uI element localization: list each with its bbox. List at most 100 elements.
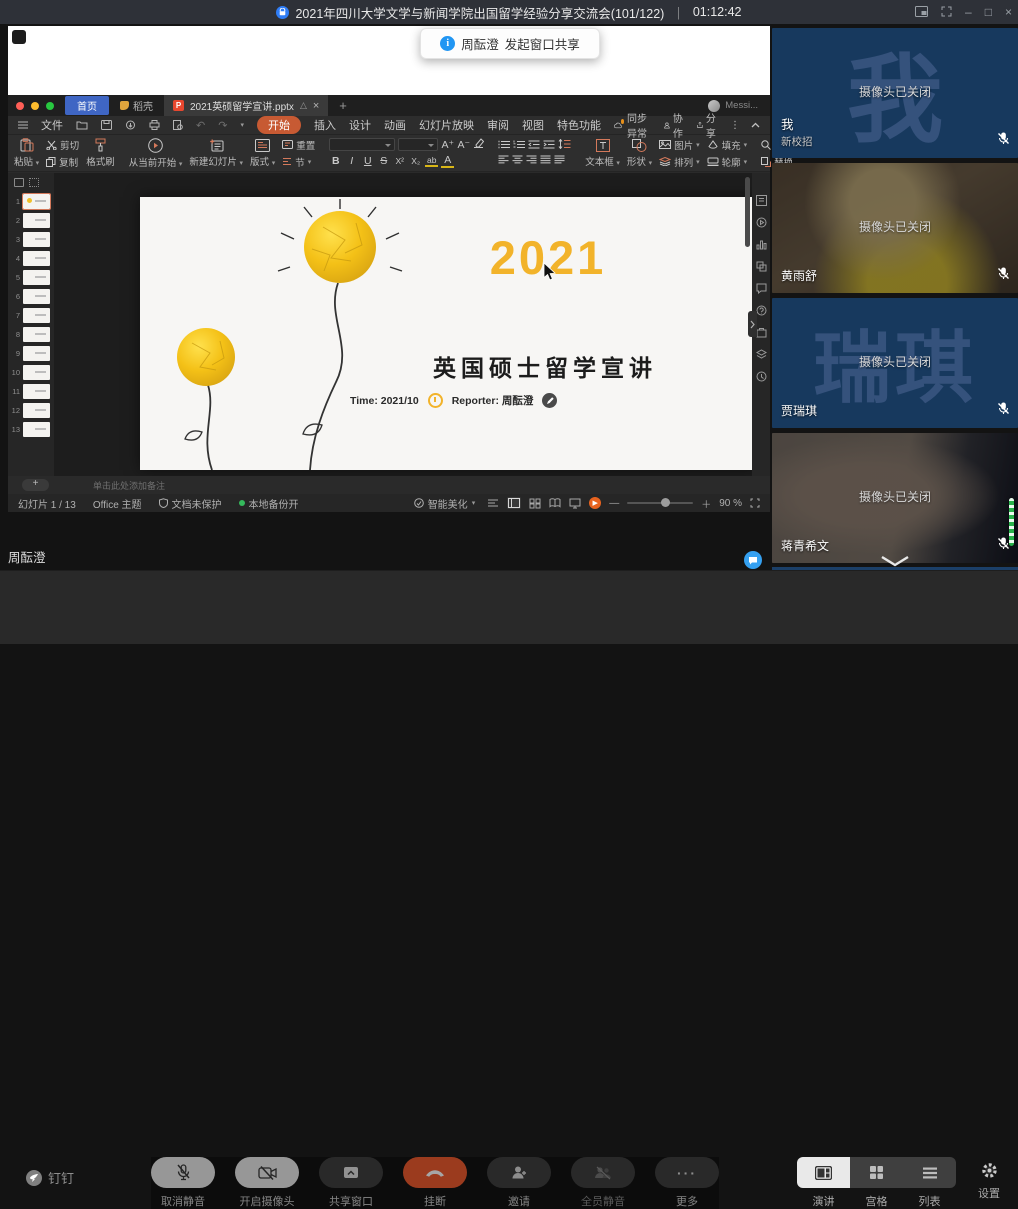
distribute-icon[interactable] [554, 155, 565, 167]
animation-pane-icon[interactable] [756, 217, 767, 228]
mute-all-button[interactable]: 全员静音 [571, 1157, 635, 1209]
share-button[interactable]: 分享 [697, 110, 719, 140]
slide-thumbnail-panel[interactable]: 1 2 3 4 5 6 7 8 9 10 11 12 13 [8, 173, 54, 476]
bold-button[interactable]: B [329, 155, 342, 167]
increase-indent-icon[interactable] [543, 140, 555, 152]
properties-icon[interactable] [756, 195, 767, 206]
pip-icon[interactable] [915, 6, 928, 19]
menu-special[interactable]: 特色功能 [557, 117, 601, 133]
minimize-dot-icon[interactable] [31, 102, 39, 110]
format-painter-button[interactable]: 格式刷 [86, 138, 115, 168]
thumbnail-row[interactable]: 5 [8, 268, 54, 287]
align-center-icon[interactable] [512, 155, 523, 167]
slideshow-play-button[interactable]: ▶ [589, 497, 601, 509]
font-size-select[interactable] [398, 138, 438, 151]
view-list-button[interactable]: 列表 [903, 1157, 956, 1209]
thumbnail-row[interactable]: 7 [8, 306, 54, 325]
print-icon[interactable] [149, 120, 160, 130]
participant-tile-self[interactable]: 我 摄像头已关闭 我 新校招 [772, 28, 1018, 158]
font-color-button[interactable]: A [441, 154, 454, 168]
close-icon[interactable]: × [1005, 6, 1012, 18]
align-left-icon[interactable] [498, 155, 509, 167]
increase-font-icon[interactable]: A⁺ [441, 139, 454, 151]
redo-icon[interactable]: ↷ [218, 119, 227, 132]
settings-button[interactable]: 设置 [978, 1157, 1000, 1201]
chat-bubble-button[interactable] [744, 551, 762, 569]
menu-start[interactable]: 开始 [257, 116, 301, 134]
zoom-out-button[interactable]: — [609, 498, 619, 509]
protection-status[interactable]: 文档未保护 [159, 496, 222, 511]
superscript-button[interactable]: X² [393, 156, 406, 166]
decrease-indent-icon[interactable] [528, 140, 540, 152]
presenter-view-icon[interactable] [569, 498, 581, 509]
zoom-slider-thumb[interactable] [661, 498, 670, 507]
picture-button[interactable]: 图片 ▾ [659, 138, 700, 152]
thumbnail-row[interactable]: 12 [8, 401, 54, 420]
strikethrough-button[interactable]: S [377, 155, 390, 167]
underline-button[interactable]: U [361, 155, 374, 167]
thumbnail-row[interactable]: 2 [8, 211, 54, 230]
tab-document[interactable]: P 2021英硕留学宣讲.pptx △ × [164, 95, 328, 116]
minimize-icon[interactable]: – [965, 6, 972, 18]
paste-button[interactable]: 粘贴 ▾ [14, 138, 39, 168]
backup-pane-icon[interactable] [756, 371, 767, 382]
outline-view-icon[interactable] [29, 178, 39, 187]
subscript-button[interactable]: X₂ [409, 156, 422, 166]
justify-icon[interactable] [540, 155, 551, 167]
sync-status[interactable]: 同步异常 [614, 110, 653, 140]
toolbox-pane-icon[interactable] [756, 327, 767, 338]
cut-button[interactable]: 剪切 [46, 138, 79, 152]
thumbnail-row[interactable]: 9 [8, 344, 54, 363]
slide-sorter-icon[interactable] [529, 498, 541, 509]
italic-button[interactable]: I [345, 155, 358, 167]
thumbnail-row[interactable]: 10 [8, 363, 54, 382]
menu-file[interactable]: 文件 [41, 117, 63, 133]
layout-button[interactable]: 版式 ▾ [250, 139, 275, 168]
thumbnail-row[interactable]: 8 [8, 325, 54, 344]
smart-beautify-button[interactable]: 智能美化▾ [414, 496, 476, 511]
chart-pane-icon[interactable] [756, 239, 767, 250]
thumbnail-row[interactable]: 1 [8, 192, 54, 211]
text-box-button[interactable]: 文本框 ▾ [585, 139, 620, 168]
thumbnail-row[interactable]: 11 [8, 382, 54, 401]
reset-button[interactable]: 重置 [282, 138, 315, 152]
participant-tile[interactable]: 摄像头已关闭 蒋青希文 [772, 433, 1018, 563]
selection-pane-icon[interactable] [756, 261, 767, 272]
clear-format-icon[interactable] [473, 138, 484, 151]
tab-docer[interactable]: 稻壳 [116, 98, 157, 113]
tab-home[interactable]: 首页 [65, 96, 109, 115]
comment-pane-icon[interactable] [756, 283, 767, 294]
quickbar-caret-icon[interactable]: ▾ [240, 121, 244, 129]
export-icon[interactable] [125, 120, 136, 130]
thumbnail-row[interactable]: 13 [8, 420, 54, 439]
fit-screen-icon[interactable] [750, 498, 760, 508]
help-pane-icon[interactable] [756, 305, 767, 316]
shapes-button[interactable]: 形状 ▾ [627, 139, 652, 168]
collapse-ribbon-icon[interactable] [751, 120, 760, 131]
open-icon[interactable] [76, 120, 88, 130]
theme-label[interactable]: Office 主题 [93, 496, 142, 511]
play-from-current-button[interactable]: 从当前开始 ▾ [129, 138, 183, 169]
zoom-in-button[interactable]: ＋ [701, 496, 711, 511]
participant-tile[interactable]: 摄像头已关闭 黄雨舒 [772, 163, 1018, 293]
more-menu-icon[interactable]: ⋮ [730, 120, 740, 131]
decrease-font-icon[interactable]: A⁻ [457, 139, 470, 151]
normal-view-icon[interactable] [507, 497, 521, 509]
highlight-color-button[interactable]: ab [425, 155, 438, 167]
menu-review[interactable]: 审阅 [487, 117, 509, 133]
menu-animation[interactable]: 动画 [384, 117, 406, 133]
menu-slideshow[interactable]: 幻灯片放映 [419, 117, 474, 133]
layers-pane-icon[interactable] [756, 349, 767, 360]
maximize-icon[interactable]: □ [985, 6, 992, 18]
view-speaker-button[interactable]: 演讲 [797, 1157, 850, 1209]
panel-collapse-chevron[interactable] [748, 311, 757, 337]
copy-button[interactable]: 复制 [46, 155, 79, 169]
participant-tile[interactable]: 瑞琪 摄像头已关闭 贾瑞琪 [772, 298, 1018, 428]
close-dot-icon[interactable] [16, 102, 24, 110]
preview-icon[interactable] [173, 120, 183, 130]
menu-design[interactable]: 设计 [349, 117, 371, 133]
reading-view-icon[interactable] [549, 498, 561, 508]
notes-placeholder[interactable]: 单击此处添加备注 [93, 479, 165, 492]
collaborate-button[interactable]: 协作 [664, 110, 686, 140]
line-spacing-icon[interactable] [558, 139, 571, 152]
